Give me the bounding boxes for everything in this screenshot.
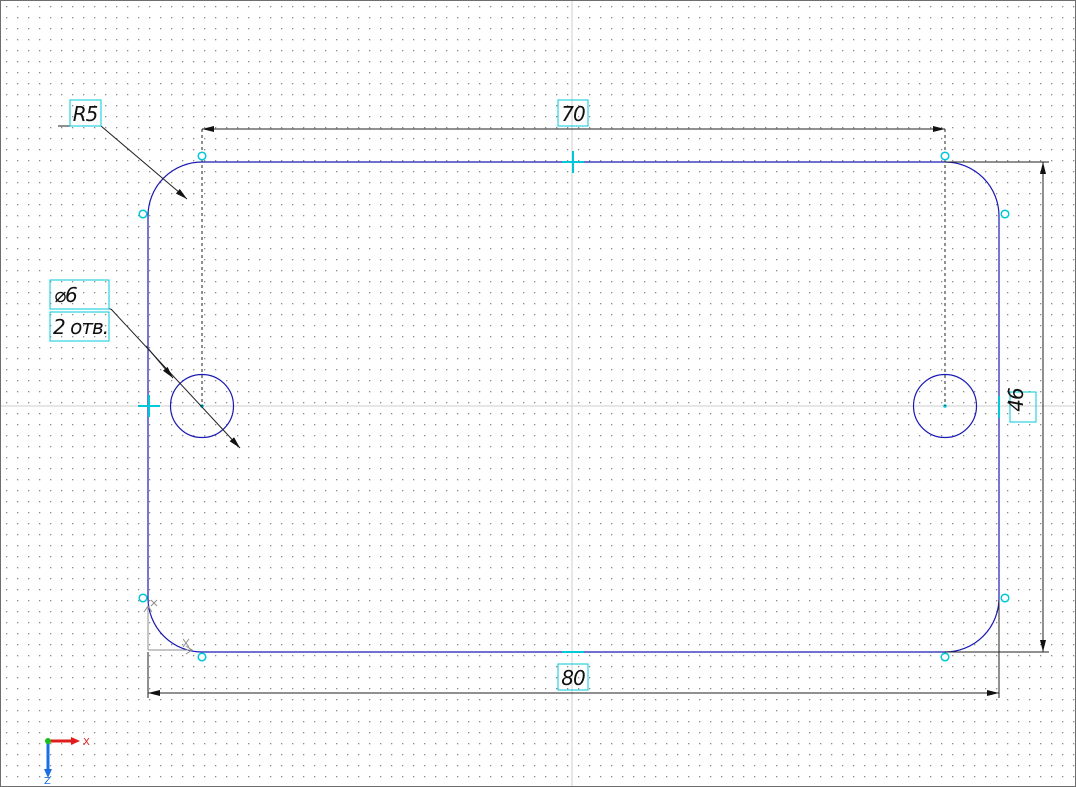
dot-grid: [1, 1, 1075, 786]
handle-bottom-right-arc-end: [940, 652, 950, 662]
drawing-canvas[interactable]: 70 80 46 R5 ⌀6 2 отв. X Z: [1, 1, 1075, 786]
dimension-46-label: 46: [1004, 388, 1028, 412]
handle-right-top-arc-end: [1000, 209, 1010, 219]
axis-x-label: X: [83, 737, 90, 748]
sketch-viewport[interactable]: 70 80 46 R5 ⌀6 2 отв. X Z: [0, 0, 1076, 787]
dimension-70-label: 70: [561, 102, 585, 126]
dimension-radius-label: R5: [73, 102, 98, 126]
handle-top-right-arc-end: [940, 151, 950, 161]
handle-top-left-arc-end: [197, 151, 207, 161]
handle-left-top-arc-end: [138, 209, 148, 219]
dimension-hole-diameter-label: ⌀6: [54, 283, 77, 307]
handle-right-bottom-arc-end: [1000, 593, 1010, 603]
handle-bottom-left-arc-end: [197, 652, 207, 662]
dimension-80-label: 80: [561, 666, 585, 690]
dimension-hole-note: 2 отв.: [53, 315, 108, 339]
handle-left-bottom-arc-end: [138, 593, 148, 603]
axis-z-label: Z: [44, 776, 51, 786]
